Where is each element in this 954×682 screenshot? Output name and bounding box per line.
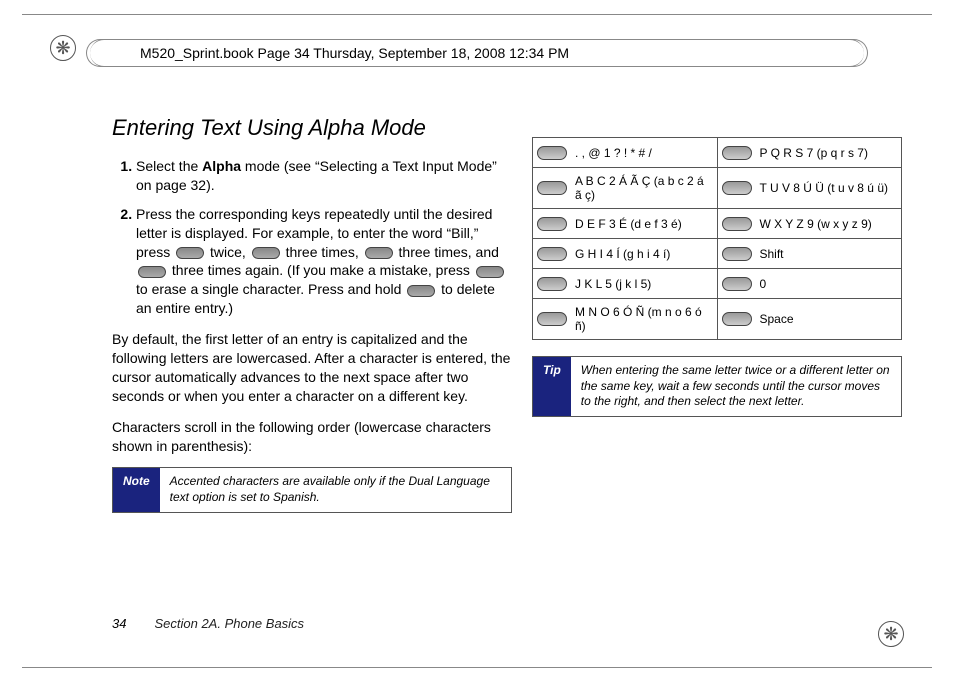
key-chars: P Q R S 7 (p q r s 7) [760, 146, 868, 160]
key-3-icon [537, 217, 567, 231]
key-4-ghi-icon [252, 247, 280, 259]
key-6-icon [537, 312, 567, 326]
paragraph-default: By default, the first letter of an entry… [112, 330, 512, 406]
corner-ornament-top-left: ❋ [50, 35, 76, 61]
key-5-icon [537, 277, 567, 291]
steps-list: Select the Alpha mode (see “Selecting a … [112, 157, 512, 318]
key-2-icon [537, 181, 567, 195]
section-label: Section 2A. Phone Basics [154, 616, 304, 631]
table-row: D E F 3 É (d e f 3 é) W X Y Z 9 (w x y z… [533, 209, 902, 239]
running-head-text: M520_Sprint.book Page 34 Thursday, Septe… [140, 45, 569, 61]
note-callout: Note Accented characters are available o… [112, 467, 512, 512]
tip-message: When entering the same letter twice or a… [571, 357, 901, 416]
key-chars: . , @ 1 ? ! * # / [575, 146, 652, 160]
running-head: M520_Sprint.book Page 34 Thursday, Septe… [90, 39, 864, 67]
tip-tag: Tip [533, 357, 571, 416]
paragraph-scroll-order: Characters scroll in the following order… [112, 418, 512, 456]
step-1: Select the Alpha mode (see “Selecting a … [136, 157, 512, 195]
key-0-icon [722, 277, 752, 291]
key-2-abc-icon [176, 247, 204, 259]
key-chars: G H I 4 Í (g h i 4 í) [575, 247, 670, 261]
key-8-icon [722, 181, 752, 195]
key-map-table: . , @ 1 ? ! * # / P Q R S 7 (p q r s 7) … [532, 137, 902, 340]
right-column: . , @ 1 ? ! * # / P Q R S 7 (p q r s 7) … [532, 115, 902, 587]
section-title: Entering Text Using Alpha Mode [112, 115, 512, 141]
key-star-icon [722, 247, 752, 261]
content-area: Entering Text Using Alpha Mode Select th… [112, 115, 902, 587]
key-chars: W X Y Z 9 (w x y z 9) [760, 217, 872, 231]
table-row: J K L 5 (j k l 5) 0 [533, 269, 902, 299]
table-row: . , @ 1 ? ! * # / P Q R S 7 (p q r s 7) [533, 138, 902, 168]
left-column: Entering Text Using Alpha Mode Select th… [112, 115, 512, 587]
key-chars: T U V 8 Ú Ü (t u v 8 ú ü) [760, 181, 888, 195]
page-number: 34 [112, 616, 126, 631]
key-chars: D E F 3 É (d e f 3 é) [575, 217, 682, 231]
key-5-jkl-icon [138, 266, 166, 278]
key-chars: Space [760, 312, 794, 326]
key-chars: M N O 6 Ó Ñ (m n o 6 ó ñ) [575, 305, 713, 333]
key-back-icon [407, 285, 435, 297]
alpha-label: Alpha [202, 158, 241, 174]
note-message: Accented characters are available only i… [160, 468, 511, 511]
key-chars: Shift [760, 247, 784, 261]
key-chars: A B C 2 Á Ã Ç (a b c 2 á ã ç) [575, 174, 713, 202]
key-5-jkl-icon [365, 247, 393, 259]
table-row: M N O 6 Ó Ñ (m n o 6 ó ñ) Space [533, 299, 902, 340]
key-7-icon [722, 146, 752, 160]
key-9-icon [722, 217, 752, 231]
corner-ornament-bottom-right: ❋ [878, 621, 904, 647]
key-pound-icon [722, 312, 752, 326]
key-back-icon [476, 266, 504, 278]
tip-callout: Tip When entering the same letter twice … [532, 356, 902, 417]
key-chars: 0 [760, 277, 767, 291]
step-2: Press the corresponding keys repeatedly … [136, 205, 512, 318]
page-footer: 34 Section 2A. Phone Basics [112, 616, 304, 631]
key-1-icon [537, 146, 567, 160]
table-row: A B C 2 Á Ã Ç (a b c 2 á ã ç) T U V 8 Ú … [533, 168, 902, 209]
key-chars: J K L 5 (j k l 5) [575, 277, 651, 291]
key-4-icon [537, 247, 567, 261]
table-row: G H I 4 Í (g h i 4 í) Shift [533, 239, 902, 269]
page-frame: ❋ ❋ M520_Sprint.book Page 34 Thursday, S… [22, 14, 932, 668]
note-tag: Note [113, 468, 160, 511]
